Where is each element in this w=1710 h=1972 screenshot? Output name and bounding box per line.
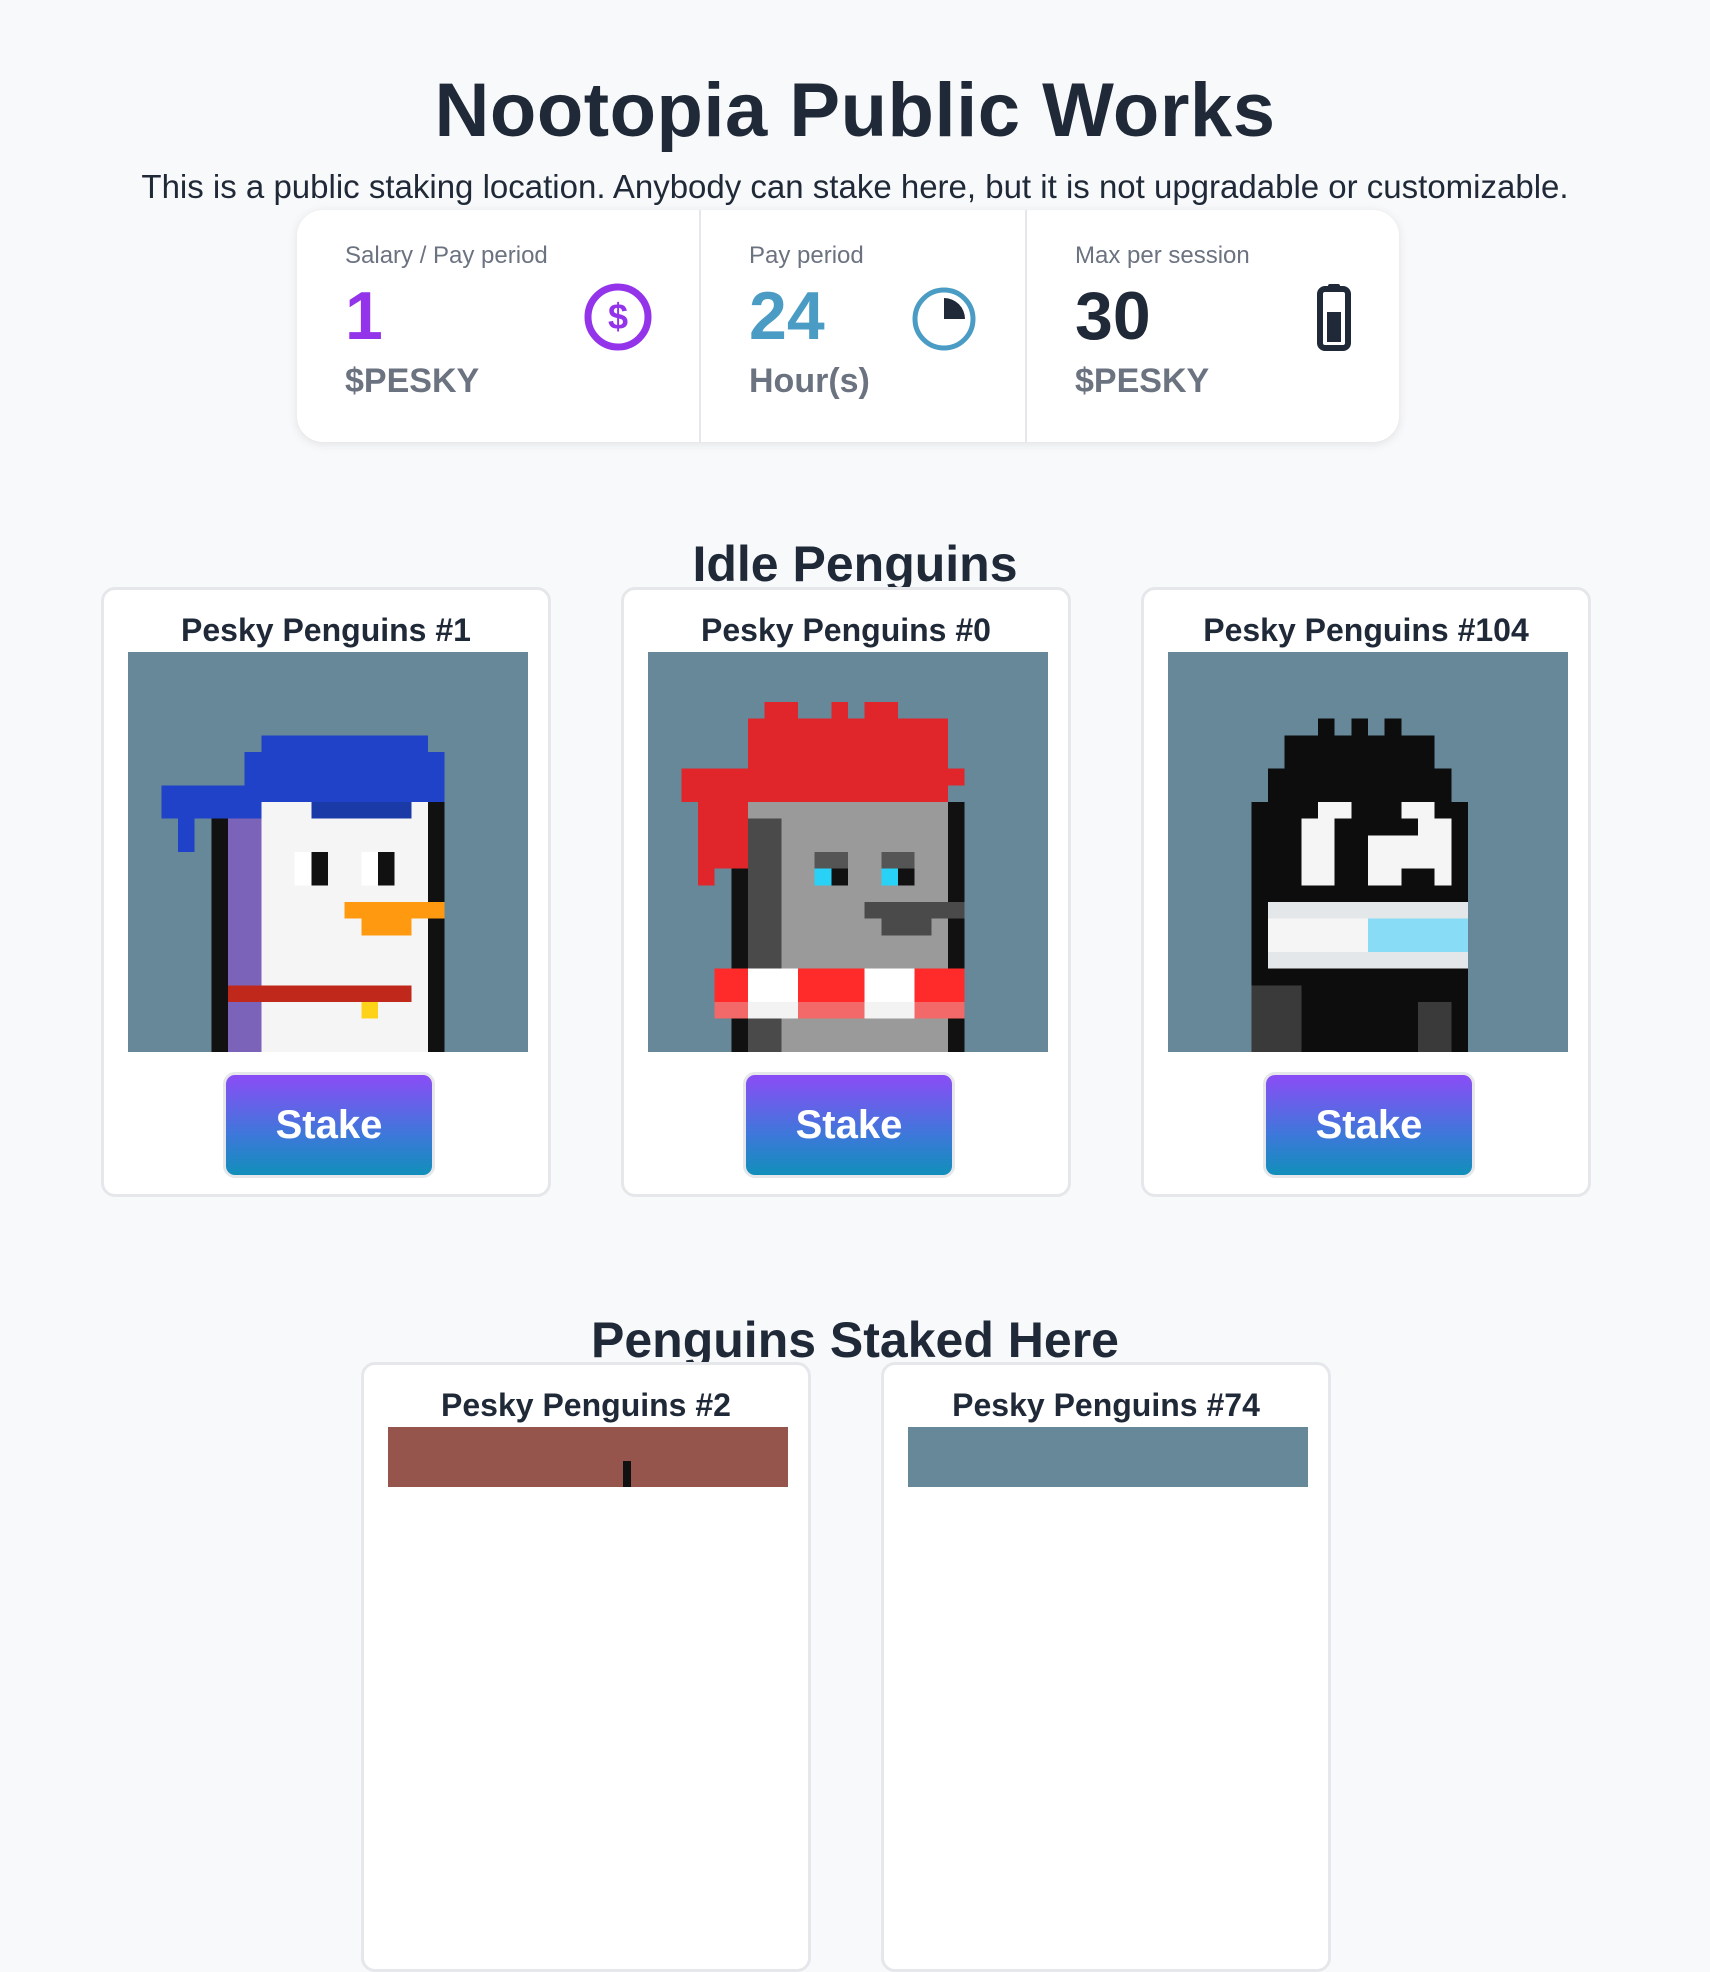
- penguin-card: Pesky Penguins #2: [361, 1362, 811, 1972]
- stat-max-session-unit: $PESKY: [1075, 362, 1210, 400]
- stat-pay-period-unit: Hour(s): [749, 362, 870, 400]
- stat-max-session-value: 30: [1075, 278, 1151, 354]
- stake-button[interactable]: Stake: [1263, 1072, 1475, 1178]
- stat-max-session: Max per session 30 $PESKY: [1025, 210, 1399, 442]
- clock-icon: [912, 287, 976, 351]
- penguin-image: [648, 652, 1048, 1052]
- card-title: Pesky Penguins #0: [701, 612, 991, 648]
- svg-text:$: $: [608, 296, 628, 337]
- stat-salary-value: 1: [345, 278, 383, 354]
- stake-button[interactable]: Stake: [743, 1072, 955, 1178]
- stats-panel: Salary / Pay period 1 $PESKY $ Pay perio…: [297, 210, 1399, 442]
- page-title: Nootopia Public Works: [434, 67, 1276, 153]
- penguin-image: [388, 1427, 788, 1487]
- stat-pay-period-label: Pay period: [749, 242, 864, 269]
- penguin-card: Pesky Penguins #104 Stake: [1141, 587, 1591, 1197]
- card-title: Pesky Penguins #1: [181, 612, 471, 648]
- stake-button[interactable]: Stake: [223, 1072, 435, 1178]
- penguin-card: Pesky Penguins #1 Stake: [101, 587, 551, 1197]
- stat-max-session-label: Max per session: [1075, 242, 1250, 269]
- page-subtitle: This is a public staking location. Anybo…: [141, 168, 1569, 205]
- penguin-card: Pesky Penguins #0 Stake: [621, 587, 1071, 1197]
- stat-salary-unit: $PESKY: [345, 362, 480, 400]
- card-title: Pesky Penguins #2: [441, 1387, 731, 1423]
- penguin-card: Pesky Penguins #74: [881, 1362, 1331, 1972]
- stat-pay-period-value: 24: [749, 278, 825, 354]
- stat-pay-period: Pay period 24 Hour(s): [699, 210, 1025, 442]
- card-title: Pesky Penguins #104: [1203, 612, 1529, 648]
- penguin-image: [908, 1427, 1308, 1487]
- idle-section-title: Idle Penguins: [692, 535, 1018, 592]
- penguin-image: [128, 652, 528, 1052]
- card-title: Pesky Penguins #74: [952, 1387, 1260, 1423]
- stat-salary-label: Salary / Pay period: [345, 242, 548, 269]
- penguin-image: [1168, 652, 1568, 1052]
- stat-salary: Salary / Pay period 1 $PESKY $: [297, 210, 699, 442]
- staked-section-title: Penguins Staked Here: [591, 1311, 1119, 1368]
- battery-icon: [1317, 284, 1351, 351]
- dollar-circle-icon: $: [584, 283, 652, 351]
